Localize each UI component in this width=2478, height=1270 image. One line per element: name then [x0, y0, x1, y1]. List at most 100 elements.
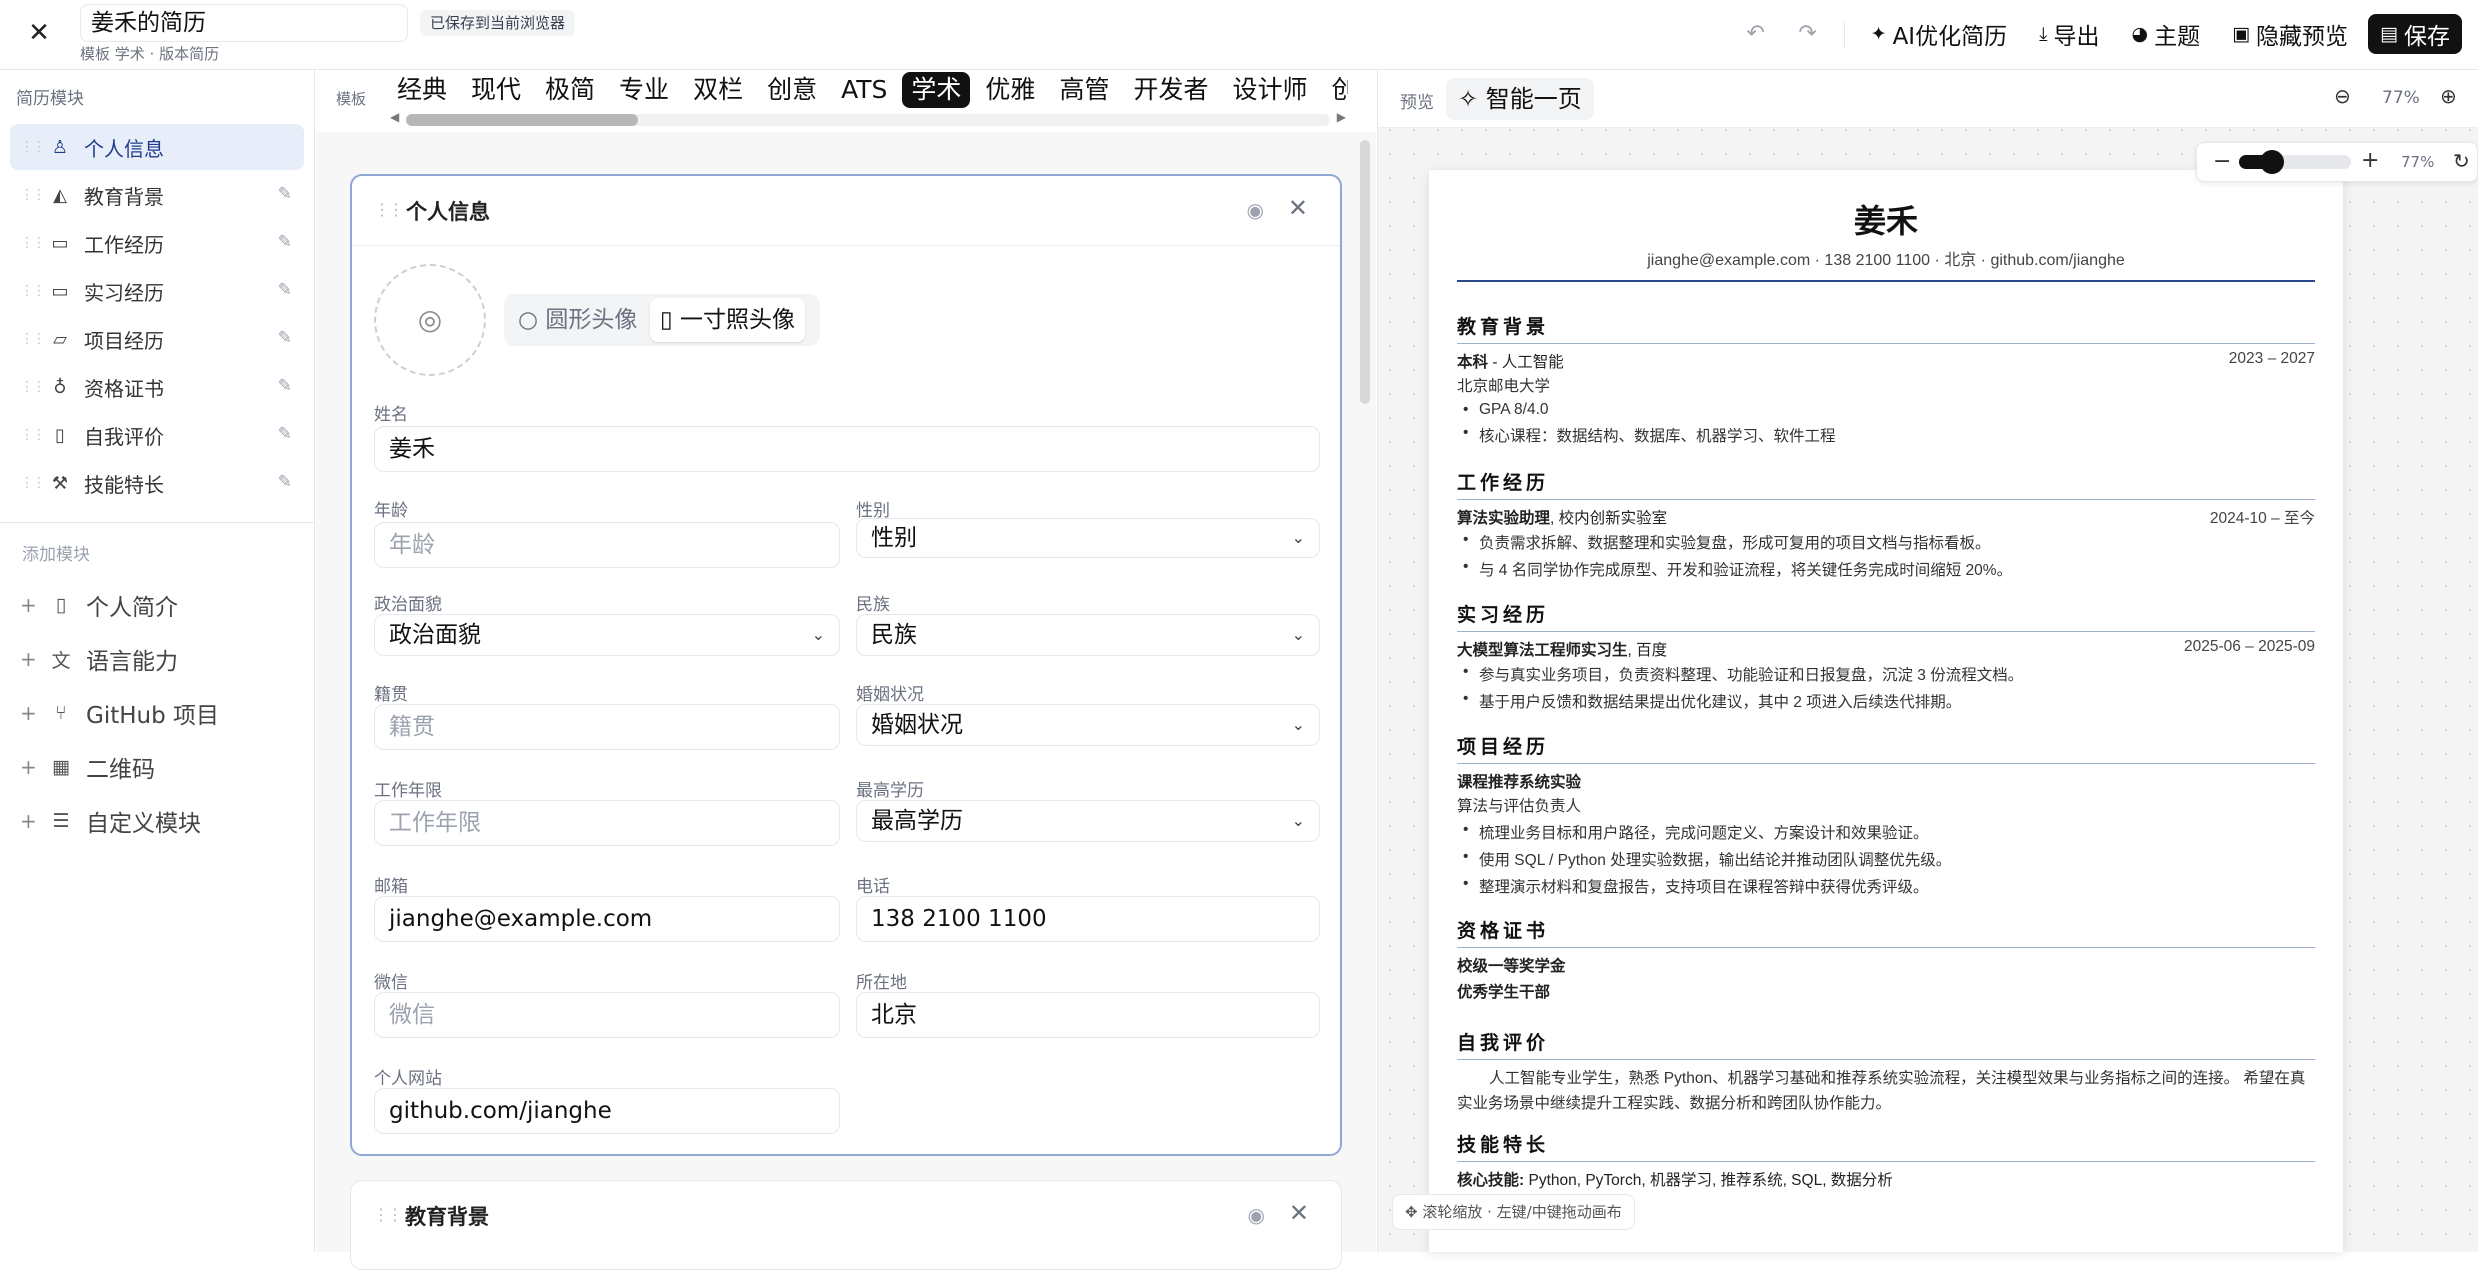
resume-title-input[interactable]: 姜禾的简历	[80, 4, 408, 42]
smart-one-page-button[interactable]: ✧ 智能一页	[1446, 78, 1594, 120]
ethnicity-select[interactable]: 民族 ⌄	[856, 614, 1320, 656]
hide-preview-button[interactable]: ▣ 隐藏预览	[2220, 14, 2360, 54]
palette-icon: ◕	[2131, 23, 2149, 45]
drag-handle-icon[interactable]: ⋮⋮	[20, 331, 46, 347]
editor-scrollbar[interactable]	[1360, 140, 1370, 404]
drag-handle-icon[interactable]: ⋮⋮	[20, 187, 46, 203]
add-module-languages[interactable]: + 文 语言能力	[20, 632, 300, 686]
website-field[interactable]: github.com/jianghe	[374, 1088, 840, 1134]
sidebar-item-self-evaluation[interactable]: ⋮⋮ ▯ 自我评价 ✎	[10, 412, 304, 458]
sidebar-item-label: 教育背景	[84, 184, 164, 209]
age-field[interactable]: 年龄	[374, 522, 840, 568]
template-tab-designer[interactable]: 设计师	[1223, 72, 1316, 108]
avatar-upload[interactable]: ◎	[374, 264, 486, 376]
pencil-icon[interactable]: ✎	[278, 472, 292, 492]
ethnicity-select-value: 民族	[871, 622, 917, 648]
drag-handle-icon[interactable]: ⋮⋮	[20, 475, 46, 491]
hometown-field[interactable]: 籍贯	[374, 704, 840, 750]
save-button[interactable]: ▤ 保存	[2368, 14, 2462, 54]
scroll-left-icon[interactable]: ◀	[390, 110, 399, 124]
add-module-github[interactable]: + ⑂ GitHub 项目	[20, 686, 300, 740]
template-tab-elegant[interactable]: 优雅	[976, 72, 1044, 108]
scrollbar-thumb[interactable]	[406, 114, 638, 126]
pencil-icon[interactable]: ✎	[278, 280, 292, 300]
eye-icon[interactable]: ◉	[1248, 1203, 1265, 1227]
drag-handle-icon[interactable]: ⋮⋮	[20, 283, 46, 299]
pencil-icon[interactable]: ✎	[278, 424, 292, 444]
work-years-field[interactable]: 工作年限	[374, 800, 840, 846]
zoom-in-icon[interactable]: ⊕	[2440, 84, 2457, 108]
add-module-summary[interactable]: + ▯ 个人简介	[20, 578, 300, 632]
avatar-round-option[interactable]: ○ 圆形头像	[508, 298, 647, 342]
zoom-plus-icon[interactable]: +	[2361, 148, 2379, 173]
pencil-icon[interactable]: ✎	[278, 328, 292, 348]
template-scrollbar[interactable]: ◀ ▶	[388, 110, 1348, 128]
preview-pane[interactable]: 预览 ✧ 智能一页 ⊖ 77% ⊕ 姜禾 jianghe@example.com…	[1377, 70, 2478, 1252]
template-tab-two-column[interactable]: 双栏	[684, 72, 752, 108]
close-icon[interactable]: ✕	[1288, 194, 1308, 222]
sidebar-item-personal-info[interactable]: ⋮⋮ ♙ 个人信息	[10, 124, 304, 170]
scroll-right-icon[interactable]: ▶	[1337, 110, 1346, 124]
bullet-item: 负责需求拆解、数据整理和实验复盘，形成可复用的项目文档与指标看板。	[1457, 531, 2315, 553]
pencil-icon[interactable]: ✎	[278, 232, 292, 252]
email-field[interactable]: jianghe@example.com	[374, 896, 840, 942]
gender-select[interactable]: 性别 ⌄	[856, 518, 1320, 558]
zoom-slider-handle[interactable]	[2260, 150, 2285, 174]
template-tab-executive[interactable]: 高管	[1050, 72, 1118, 108]
add-module-qrcode[interactable]: + ▦ 二维码	[20, 740, 300, 794]
template-tab-academic[interactable]: 学术	[902, 72, 971, 108]
template-tab-creative[interactable]: 创意	[758, 72, 826, 108]
website-label: 个人网站	[374, 1069, 442, 1089]
drag-handle-icon[interactable]: ⋮⋮	[20, 235, 46, 251]
sidebar-item-projects[interactable]: ⋮⋮ ▱ 项目经历 ✎	[10, 316, 304, 362]
template-tab-modern[interactable]: 现代	[462, 72, 530, 108]
sidebar-item-certificates[interactable]: ⋮⋮ ♁ 资格证书 ✎	[10, 364, 304, 410]
zoom-minus-icon[interactable]: −	[2213, 149, 2231, 174]
pencil-icon[interactable]: ✎	[278, 376, 292, 396]
zoom-control-panel: − + 77% ↻	[2196, 142, 2478, 182]
name-label: 姓名	[374, 405, 408, 425]
location-field[interactable]: 北京	[856, 992, 1320, 1038]
scrollbar-track	[406, 114, 1330, 126]
reset-zoom-icon[interactable]: ↻	[2453, 149, 2470, 173]
sidebar-item-internship[interactable]: ⋮⋮ ▭ 实习经历 ✎	[10, 268, 304, 314]
drag-handle-icon[interactable]: ⋮⋮	[20, 379, 46, 395]
pencil-icon[interactable]: ✎	[278, 184, 292, 204]
drag-handle-icon[interactable]: ⋮⋮	[374, 200, 404, 219]
drag-handle-icon[interactable]: ⋮⋮	[373, 1205, 403, 1224]
avatar-id-photo-option[interactable]: ▯ 一寸照头像	[650, 298, 805, 342]
marital-select[interactable]: 婚姻状况 ⌄	[856, 704, 1320, 746]
degree-select[interactable]: 最高学历 ⌄	[856, 800, 1320, 842]
template-tab-developer[interactable]: 开发者	[1124, 72, 1217, 108]
ai-optimize-label: AI优化简历	[1892, 24, 2008, 50]
theme-button[interactable]: ◕ 主题	[2120, 14, 2213, 54]
add-module-custom[interactable]: + ☰ 自定义模块	[20, 794, 300, 848]
drag-handle-icon[interactable]: ⋮⋮	[20, 139, 46, 155]
sidebar-item-skills[interactable]: ⋮⋮ ⚒ 技能特长 ✎	[10, 460, 304, 506]
template-tab-more[interactable]: 创	[1322, 72, 1348, 108]
ai-optimize-button[interactable]: ✦ AI优化简历	[1859, 14, 2019, 54]
template-tab-minimal[interactable]: 极简	[536, 72, 604, 108]
zoom-out-icon[interactable]: ⊖	[2334, 84, 2351, 108]
close-icon[interactable]: ✕	[24, 18, 54, 48]
redo-icon[interactable]: ↷	[1786, 14, 1830, 54]
template-tab-classic[interactable]: 经典	[388, 72, 456, 108]
certificate-item: 优秀学生干部	[1457, 980, 2315, 1001]
sidebar-item-education[interactable]: ⋮⋮ ◭ 教育背景 ✎	[10, 172, 304, 218]
wechat-field[interactable]: 微信	[374, 992, 840, 1038]
name-field[interactable]: 姜禾	[374, 426, 1320, 472]
award-icon: ♁	[53, 376, 67, 398]
drag-handle-icon[interactable]: ⋮⋮	[20, 427, 46, 443]
template-tab-ats[interactable]: ATS	[832, 72, 896, 108]
close-icon[interactable]: ✕	[1289, 1199, 1309, 1227]
plus-icon: +	[20, 701, 37, 725]
template-tab-professional[interactable]: 专业	[610, 72, 678, 108]
zoom-slider[interactable]	[2239, 150, 2351, 174]
phone-field[interactable]: 138 2100 1100	[856, 896, 1320, 942]
eye-icon[interactable]: ◉	[1247, 198, 1264, 222]
certificate-item: 校级一等奖学金	[1457, 954, 2315, 975]
export-button[interactable]: ⤓ 导出	[2027, 14, 2111, 54]
undo-icon[interactable]: ↶	[1734, 14, 1778, 54]
political-select[interactable]: 政治面貌 ⌄	[374, 614, 840, 656]
sidebar-item-work[interactable]: ⋮⋮ ▭ 工作经历 ✎	[10, 220, 304, 266]
